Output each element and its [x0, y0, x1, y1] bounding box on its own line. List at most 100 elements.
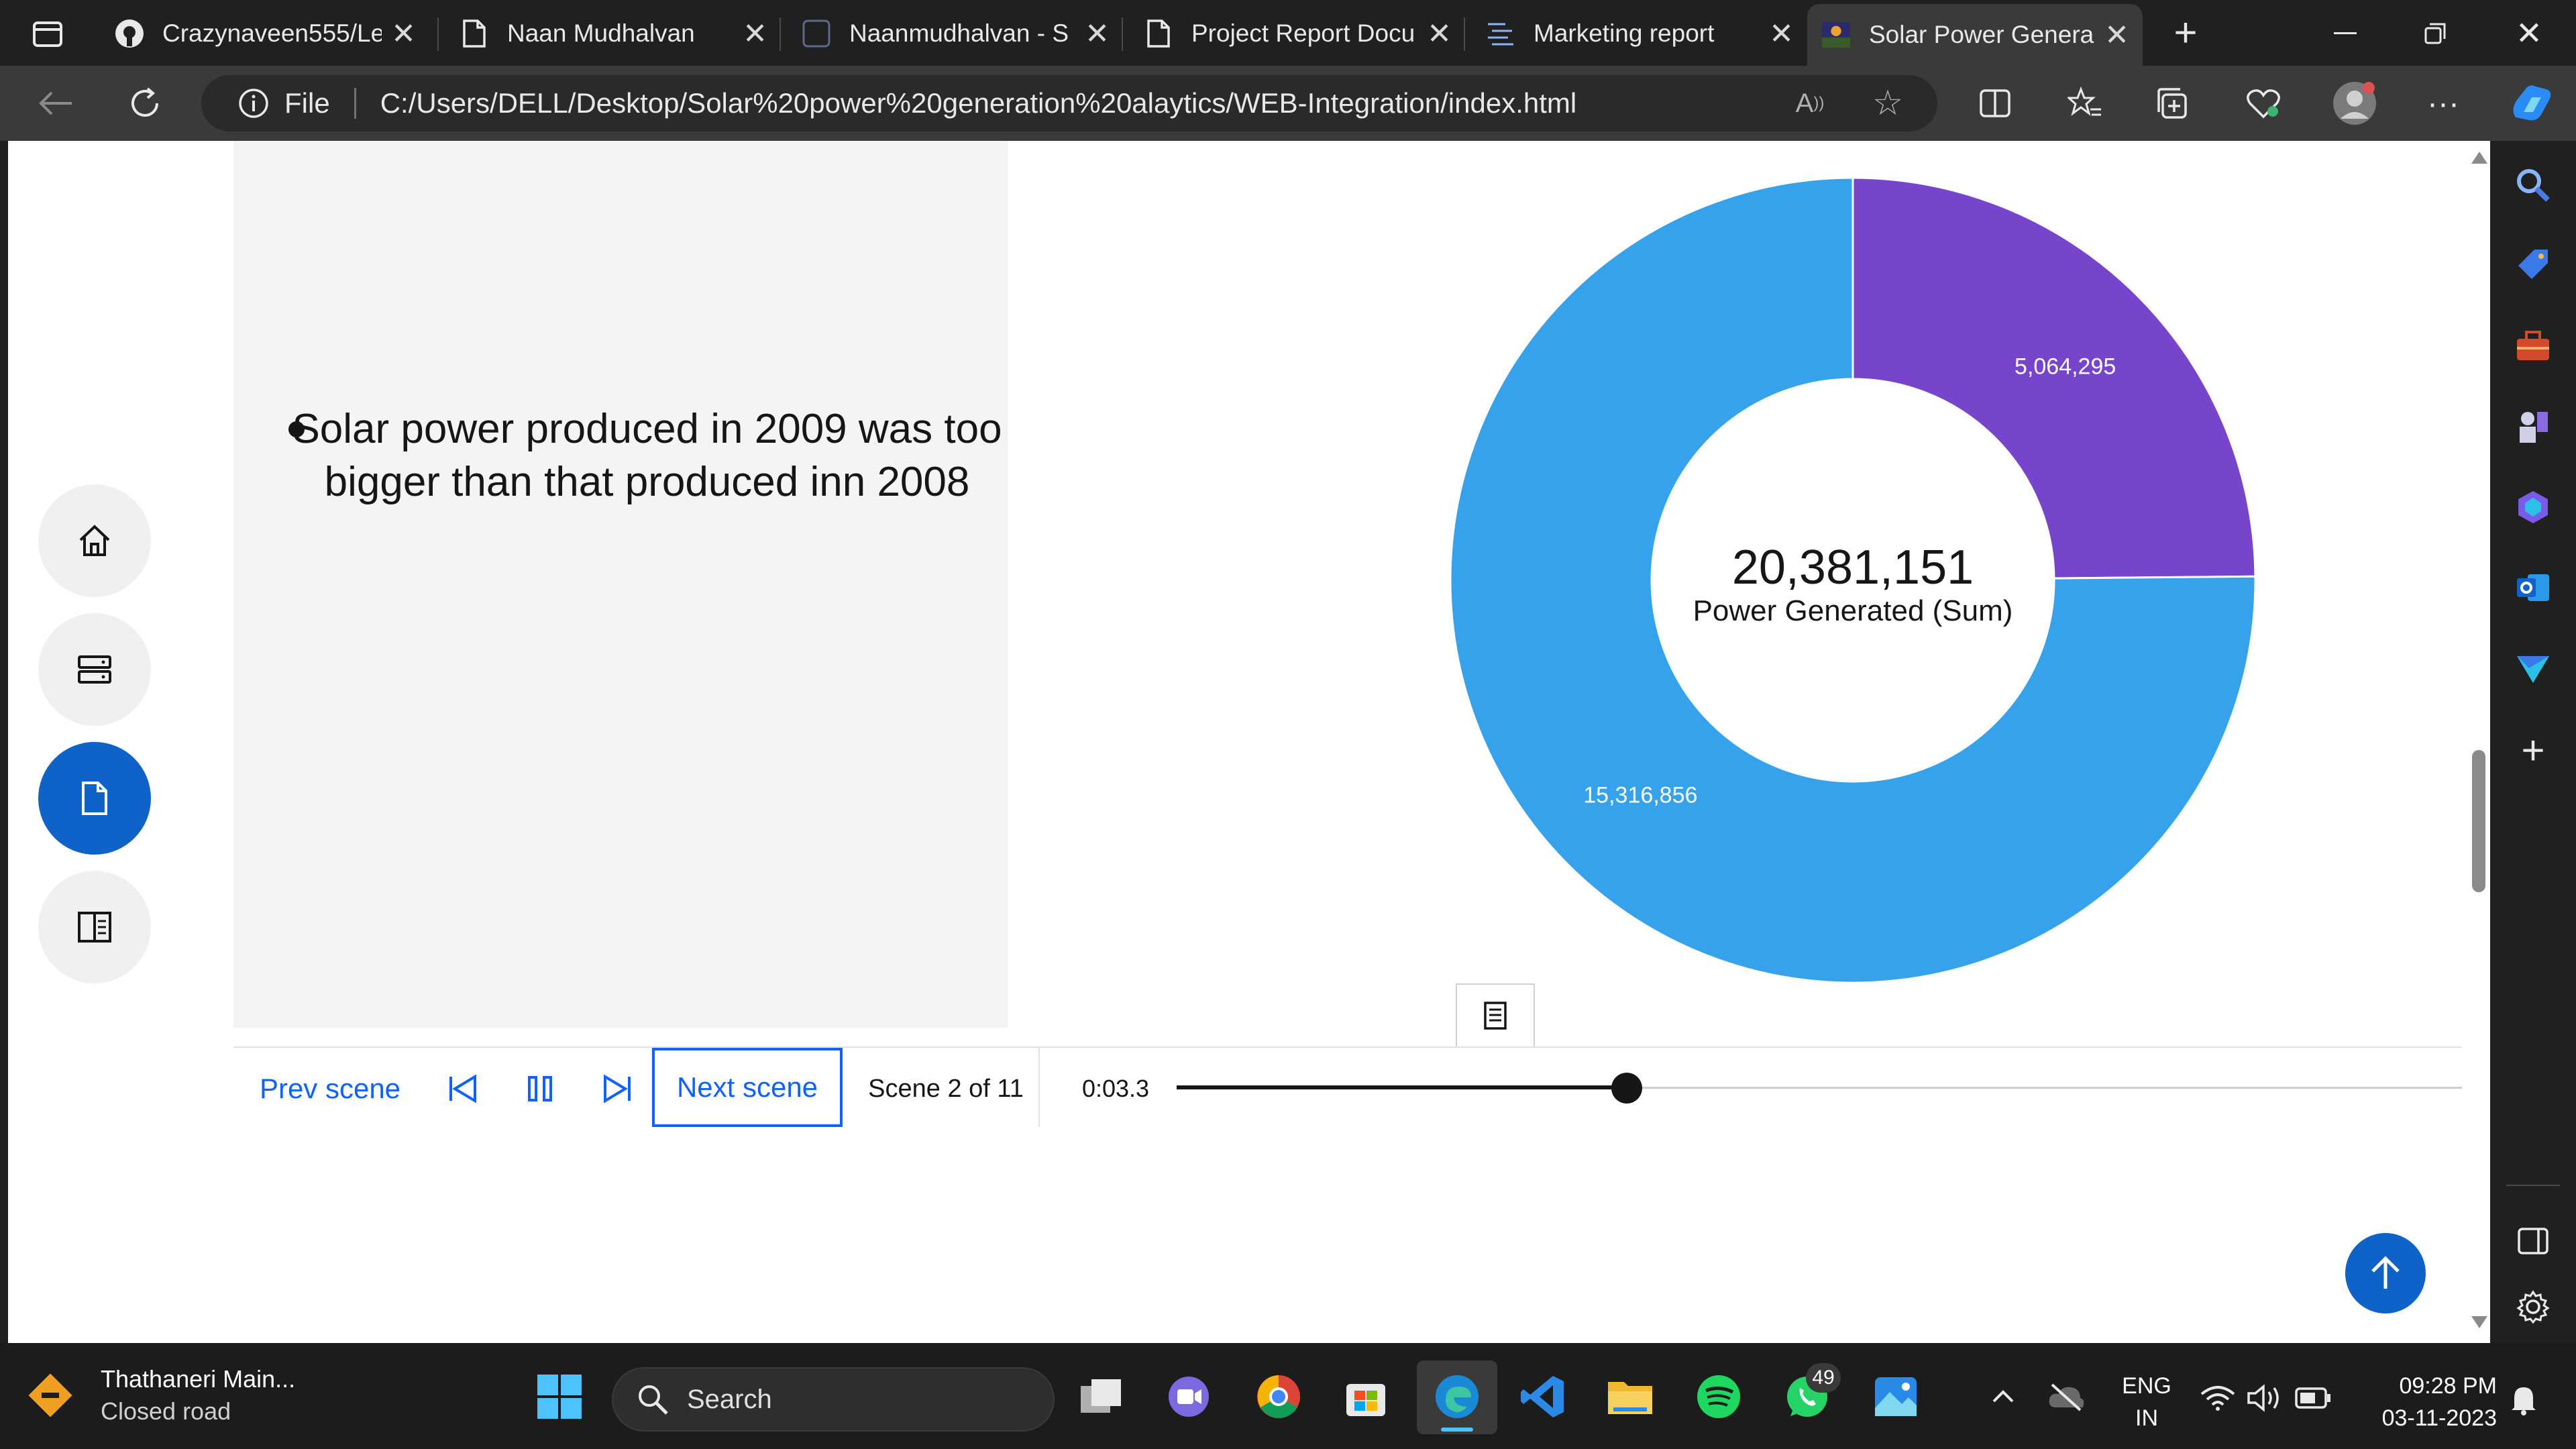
weather-subtitle: Closed road: [101, 1397, 231, 1425]
file-explorer-icon[interactable]: [1605, 1373, 1656, 1421]
restore-icon[interactable]: [2415, 15, 2455, 52]
close-icon[interactable]: ✕: [1427, 17, 1452, 51]
new-tab-icon[interactable]: +: [2167, 10, 2204, 55]
read-aloud-icon[interactable]: A)): [1791, 86, 1829, 121]
arrow-up-icon: [2369, 1255, 2402, 1291]
panel-icon: [76, 909, 113, 945]
scrollbar-thumb[interactable]: [2472, 750, 2485, 892]
tab-divider: [1464, 17, 1465, 51]
tab-label: Naanmudhalvan - S: [849, 19, 1069, 47]
tools-icon[interactable]: [2512, 325, 2555, 368]
tab-solar-power[interactable]: Solar Power Genera ✕: [1807, 4, 2143, 66]
back-icon[interactable]: [35, 85, 75, 122]
close-window-icon[interactable]: ✕: [2509, 15, 2549, 52]
refresh-icon[interactable]: [125, 83, 165, 123]
home-button[interactable]: [38, 484, 151, 597]
story-button[interactable]: [38, 742, 151, 855]
spotify-icon[interactable]: [1693, 1373, 1744, 1421]
browser-essentials-icon[interactable]: [2243, 85, 2284, 122]
url-text[interactable]: C:/Users/DELL/Desktop/Solar%20power%20ge…: [380, 87, 1577, 119]
github-icon: [114, 18, 145, 49]
tab-label: Crazynaveen555/Le: [162, 19, 382, 47]
tab-github[interactable]: Crazynaveen555/Le ✕: [101, 5, 429, 62]
tab-divider: [1122, 17, 1123, 51]
volume-icon[interactable]: [2246, 1382, 2284, 1414]
close-icon[interactable]: ✕: [1085, 17, 1110, 51]
url-scheme: File: [284, 87, 330, 119]
battery-icon[interactable]: [2293, 1382, 2333, 1414]
scroll-up-arrow[interactable]: [2471, 152, 2487, 164]
vscode-icon[interactable]: [1517, 1373, 1568, 1421]
split-screen-icon[interactable]: [1975, 85, 2015, 122]
close-icon[interactable]: ✕: [1769, 17, 1794, 51]
notification-bell-icon[interactable]: [2505, 1382, 2542, 1417]
show-hidden-icons-chevron-up-icon[interactable]: [1986, 1379, 2021, 1414]
wifi-icon[interactable]: [2199, 1382, 2237, 1414]
next-scene-button[interactable]: Next scene: [652, 1048, 843, 1127]
story-text-panel: [233, 141, 1008, 1028]
page-scrollbar[interactable]: [2466, 141, 2490, 1343]
profile-avatar[interactable]: [2330, 79, 2379, 127]
first-scene-icon[interactable]: [441, 1068, 483, 1110]
close-icon[interactable]: ✕: [743, 17, 767, 51]
timeline-track[interactable]: [1177, 1073, 2462, 1104]
traffic-warning-icon: [27, 1372, 74, 1419]
hide-sidebar-icon[interactable]: [2512, 1220, 2555, 1263]
back-to-top-button[interactable]: [2345, 1233, 2426, 1313]
taskbar-search[interactable]: Search: [612, 1367, 1055, 1432]
games-icon[interactable]: [2512, 405, 2555, 448]
scene-counter: Scene 2 of 11: [868, 1074, 1024, 1103]
browser-tab-bar: Crazynaveen555/Le ✕ Naan Mudhalvan ✕ Naa…: [0, 0, 2576, 66]
prev-scene-button[interactable]: Prev scene: [250, 1061, 411, 1116]
notes-button[interactable]: [1456, 983, 1535, 1048]
settings-gear-icon[interactable]: [2512, 1285, 2555, 1328]
windows-taskbar: Thathaneri Main... Closed road Search 49…: [0, 1343, 2576, 1449]
close-icon[interactable]: ✕: [391, 17, 416, 51]
minimize-icon[interactable]: [2325, 15, 2365, 52]
tab-naan-mudhalvan[interactable]: Naan Mudhalvan ✕: [445, 5, 781, 62]
page-icon: [1143, 18, 1174, 49]
microsoft-store-icon[interactable]: [1340, 1373, 1391, 1421]
favorite-star-icon[interactable]: ☆: [1869, 84, 1907, 123]
edge-icon: [1432, 1373, 1483, 1421]
chart-center-label: Power Generated (Sum): [1693, 594, 2013, 627]
add-icon[interactable]: +: [2512, 728, 2555, 773]
clock[interactable]: 09:28 PM 03-11-2023: [2355, 1370, 2497, 1434]
start-windows-icon[interactable]: [535, 1373, 584, 1421]
drop-send-icon[interactable]: [2512, 647, 2555, 690]
language-indicator[interactable]: ENG IN: [2113, 1370, 2180, 1434]
tab-marketing-report[interactable]: Marketing report ✕: [1472, 5, 1807, 62]
meet-chat-icon[interactable]: [1163, 1373, 1214, 1421]
photos-icon[interactable]: [1870, 1373, 1921, 1421]
cloud-offline-icon[interactable]: [2045, 1379, 2088, 1414]
microsoft-365-icon[interactable]: [2512, 486, 2555, 529]
region-code: IN: [2135, 1405, 2158, 1431]
search-icon[interactable]: [2512, 164, 2555, 207]
copilot-icon[interactable]: [2508, 82, 2555, 125]
more-menu-icon[interactable]: ···: [2423, 85, 2463, 122]
info-icon[interactable]: [237, 87, 270, 119]
collections-icon[interactable]: [2153, 85, 2194, 122]
favorites-icon[interactable]: [2065, 85, 2105, 122]
tab-actions-icon[interactable]: [30, 16, 66, 52]
tab-project-report[interactable]: Project Report Docu ✕: [1130, 5, 1465, 62]
tab-naanmudhalvan-s[interactable]: Naanmudhalvan - S ✕: [788, 5, 1123, 62]
data-button[interactable]: [38, 613, 151, 726]
weather-widget[interactable]: Thathaneri Main... Closed road: [27, 1355, 322, 1436]
server-icon: [76, 651, 113, 688]
timeline-handle[interactable]: [1611, 1073, 1642, 1104]
weather-title: Thathaneri Main...: [101, 1365, 296, 1393]
shopping-tag-icon[interactable]: [2512, 243, 2555, 286]
task-view-icon[interactable]: [1076, 1373, 1127, 1421]
address-bar[interactable]: File C:/Users/DELL/Desktop/Solar%20power…: [201, 75, 1937, 131]
slice-value-label: 15,316,856: [1583, 783, 1697, 808]
panel-button[interactable]: [38, 871, 151, 983]
last-scene-icon[interactable]: [597, 1068, 639, 1110]
close-icon[interactable]: ✕: [2104, 18, 2129, 52]
tab-label: Project Report Docu: [1191, 19, 1415, 47]
outlook-icon[interactable]: [2512, 566, 2555, 609]
taskbar-active-app[interactable]: [1417, 1360, 1497, 1434]
chrome-icon[interactable]: [1253, 1373, 1304, 1421]
scroll-down-arrow[interactable]: [2471, 1316, 2487, 1328]
pause-icon[interactable]: [519, 1068, 561, 1110]
